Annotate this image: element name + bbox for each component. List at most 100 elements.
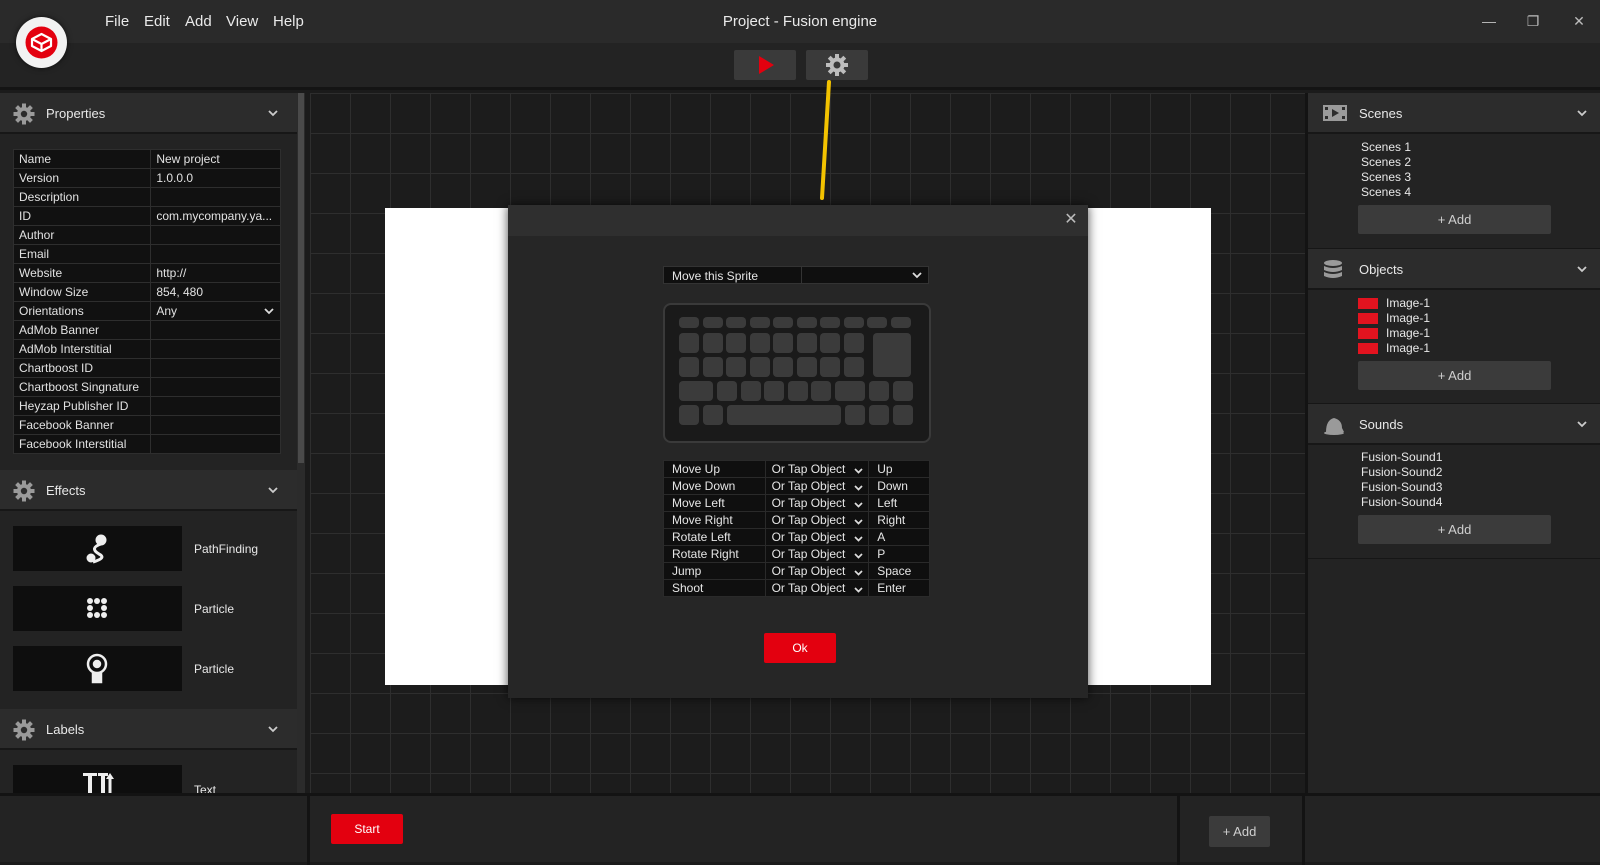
close-icon[interactable]: ✕ [1062, 211, 1080, 229]
property-value[interactable] [150, 225, 281, 245]
object-item[interactable]: Image-1 [1386, 326, 1430, 340]
label-tile-text[interactable] [13, 765, 182, 793]
keyboard-key [869, 381, 889, 401]
binding-key[interactable]: P [868, 545, 930, 563]
binding-option-select[interactable]: Or Tap Object [764, 511, 870, 529]
scene-item[interactable]: Scenes 1 [1361, 140, 1411, 154]
sound-item[interactable]: Fusion-Sound3 [1361, 480, 1442, 494]
labels-header[interactable]: Labels [0, 709, 297, 750]
property-value[interactable] [150, 377, 281, 397]
effect-tile-pathfinding[interactable] [13, 526, 182, 571]
chevron-down-icon[interactable] [1576, 263, 1588, 275]
property-row[interactable]: Chartboost Singnature [12, 377, 281, 397]
binding-option-select[interactable]: Or Tap Object [764, 528, 870, 546]
object-item[interactable]: Image-1 [1386, 341, 1430, 355]
property-value[interactable]: Any [150, 301, 281, 321]
binding-option-select[interactable]: Or Tap Object [764, 545, 870, 563]
sounds-header[interactable]: Sounds [1308, 404, 1600, 445]
play-button[interactable] [734, 50, 796, 80]
property-row[interactable]: Chartboost ID [12, 358, 281, 378]
binding-option-select[interactable]: Or Tap Object [764, 494, 870, 512]
property-row[interactable]: Description [12, 187, 281, 207]
property-value[interactable]: 1.0.0.0 [150, 168, 281, 188]
property-value[interactable] [150, 187, 281, 207]
property-row[interactable]: Email [12, 244, 281, 264]
chevron-down-icon[interactable] [1576, 107, 1588, 119]
property-value[interactable]: com.mycompany.ya... [150, 206, 281, 226]
effect-tile-particle[interactable] [13, 646, 182, 691]
menu-add[interactable]: Add [185, 13, 212, 30]
property-row[interactable]: AdMob Interstitial [12, 339, 281, 359]
menu-view[interactable]: View [226, 13, 258, 30]
menu-help[interactable]: Help [273, 13, 304, 30]
binding-key[interactable]: Space [868, 562, 930, 580]
chevron-down-icon[interactable] [267, 107, 279, 119]
scene-item[interactable]: Scenes 2 [1361, 155, 1411, 169]
property-row[interactable]: Orientations Any [12, 301, 281, 321]
binding-option-select[interactable]: Or Tap Object [764, 579, 870, 597]
add-button[interactable]: + Add [1209, 816, 1270, 847]
menu-edit[interactable]: Edit [144, 13, 170, 30]
property-row[interactable]: Version 1.0.0.0 [12, 168, 281, 188]
chevron-down-icon[interactable] [267, 723, 279, 735]
binding-key[interactable]: Left [868, 494, 930, 512]
binding-key[interactable]: Down [868, 477, 930, 495]
scene-item[interactable]: Scenes 3 [1361, 170, 1411, 184]
scene-item[interactable]: Scenes 4 [1361, 185, 1411, 199]
binding-key[interactable]: A [868, 528, 930, 546]
minimize-icon[interactable]: — [1480, 12, 1498, 30]
add-scene-button[interactable]: + Add [1358, 205, 1551, 234]
binding-option-select[interactable]: Or Tap Object [764, 477, 870, 495]
sound-item[interactable]: Fusion-Sound1 [1361, 450, 1442, 464]
property-value[interactable] [150, 415, 281, 435]
start-button[interactable]: Start [331, 814, 403, 844]
property-key: AdMob Interstitial [12, 339, 152, 359]
property-row[interactable]: ID com.mycompany.ya... [12, 206, 281, 226]
properties-header[interactable]: Properties [0, 93, 297, 134]
property-value[interactable] [150, 434, 281, 454]
add-object-button[interactable]: + Add [1358, 361, 1551, 390]
effects-header[interactable]: Effects [0, 470, 297, 511]
chevron-down-icon[interactable] [1576, 418, 1588, 430]
chevron-down-icon[interactable] [264, 306, 274, 316]
effect-tile-particle[interactable] [13, 586, 182, 631]
property-value[interactable] [150, 358, 281, 378]
menu-file[interactable]: File [105, 13, 129, 30]
sound-item[interactable]: Fusion-Sound2 [1361, 465, 1442, 479]
binding-key[interactable]: Up [868, 460, 930, 478]
sound-item[interactable]: Fusion-Sound4 [1361, 495, 1442, 509]
binding-key[interactable]: Enter [868, 579, 930, 597]
maximize-icon[interactable]: ❐ [1524, 12, 1542, 30]
left-scrollbar[interactable] [297, 93, 305, 793]
property-row[interactable]: AdMob Banner [12, 320, 281, 340]
scrollbar-thumb[interactable] [298, 93, 304, 463]
property-row[interactable]: Author [12, 225, 281, 245]
property-row[interactable]: Website http:// [12, 263, 281, 283]
ok-button[interactable]: Ok [764, 633, 836, 663]
property-value[interactable] [150, 244, 281, 264]
settings-button[interactable] [806, 50, 868, 80]
property-value[interactable]: http:// [150, 263, 281, 283]
close-icon[interactable]: ✕ [1570, 12, 1588, 30]
binding-key[interactable]: Right [868, 511, 930, 529]
property-row[interactable]: Heyzap Publisher ID [12, 396, 281, 416]
property-row[interactable]: Facebook Banner [12, 415, 281, 435]
scenes-header[interactable]: Scenes [1308, 93, 1600, 134]
property-value[interactable] [150, 339, 281, 359]
property-row[interactable]: Facebook Interstitial [12, 434, 281, 454]
property-row[interactable]: Name New project [12, 149, 281, 169]
objects-header[interactable]: Objects [1308, 249, 1600, 290]
object-item[interactable]: Image-1 [1386, 296, 1430, 310]
property-value[interactable]: 854, 480 [150, 282, 281, 302]
chevron-down-icon[interactable] [267, 484, 279, 496]
add-sound-button[interactable]: + Add [1358, 515, 1551, 544]
property-value[interactable] [150, 396, 281, 416]
binding-option-select[interactable]: Or Tap Object [764, 460, 870, 478]
object-item[interactable]: Image-1 [1386, 311, 1430, 325]
binding-row: Jump Or Tap Object Space [663, 562, 930, 580]
sprite-action-select[interactable]: Move this Sprite [663, 266, 929, 284]
property-value[interactable]: New project [150, 149, 281, 169]
property-value[interactable] [150, 320, 281, 340]
binding-option-select[interactable]: Or Tap Object [764, 562, 870, 580]
property-row[interactable]: Window Size 854, 480 [12, 282, 281, 302]
